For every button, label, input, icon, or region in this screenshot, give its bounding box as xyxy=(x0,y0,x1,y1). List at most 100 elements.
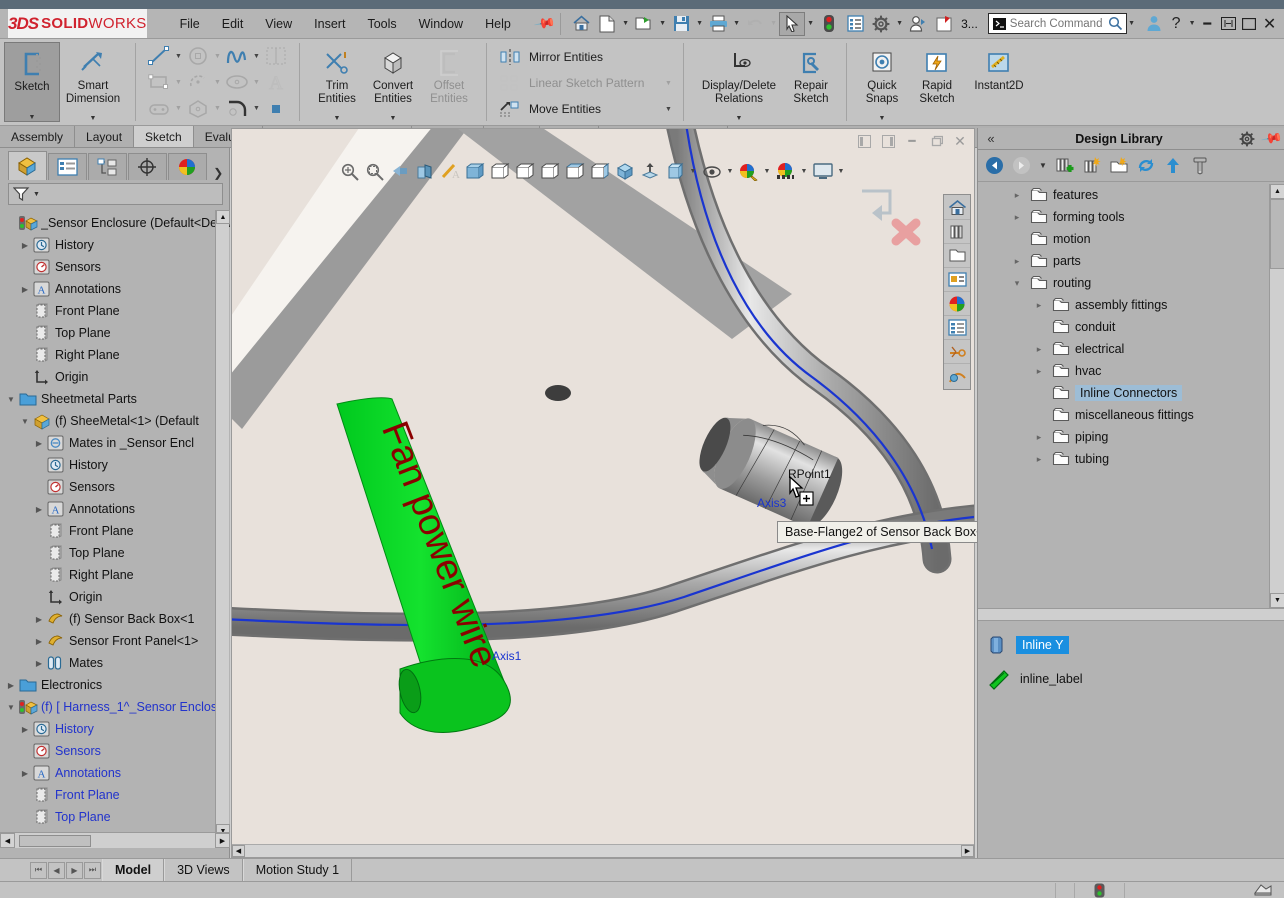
feature-tree-item[interactable]: Sensors xyxy=(0,740,230,762)
feature-tree-item[interactable]: Top Plane xyxy=(0,322,230,344)
chevron-right-icon[interactable]: ▸ xyxy=(1028,454,1050,465)
home-icon[interactable] xyxy=(568,12,594,36)
menu-file[interactable]: File xyxy=(169,14,211,34)
feature-tree-scroll-right-button[interactable]: ▶ xyxy=(215,833,230,848)
view-front-icon[interactable] xyxy=(462,158,487,184)
print-caret-icon[interactable]: ▼ xyxy=(731,12,742,36)
print-icon[interactable] xyxy=(705,12,731,36)
viewport-scroll-left-button[interactable]: ◀ xyxy=(232,845,245,857)
design-library-tree-item[interactable]: ▸ hvac xyxy=(978,360,1270,382)
open-document-caret-icon[interactable]: ▼ xyxy=(657,12,668,36)
feature-tree-item[interactable]: ▼ (f) [ Harness_1^_Sensor Enclos xyxy=(0,696,230,718)
rectangle-caret-icon[interactable]: ▼ xyxy=(173,79,184,86)
feature-tree-item[interactable]: ▶ Mates xyxy=(0,652,230,674)
tab-layout[interactable]: Layout xyxy=(75,126,135,147)
up-one-level-icon[interactable] xyxy=(1160,153,1185,179)
view-top-icon[interactable] xyxy=(562,158,587,184)
feature-tree-item[interactable]: Front Plane xyxy=(0,784,230,806)
menu-edit[interactable]: Edit xyxy=(211,14,255,34)
design-library-item[interactable]: Inline Y xyxy=(978,628,1284,662)
settings-caret-icon[interactable]: ▼ xyxy=(894,12,905,36)
menu-window[interactable]: Window xyxy=(408,14,474,34)
section-view-icon[interactable] xyxy=(412,158,437,184)
close-button[interactable]: ✕ xyxy=(1259,12,1280,36)
view-orientation-icon[interactable]: A xyxy=(437,158,462,184)
save-caret-icon[interactable]: ▼ xyxy=(694,12,705,36)
design-library-tree-item[interactable]: ▸ piping xyxy=(978,426,1270,448)
circle-caret-icon[interactable]: ▼ xyxy=(212,53,223,60)
minimize-button[interactable]: ━ xyxy=(1197,12,1218,36)
polygon-caret-icon[interactable]: ▼ xyxy=(212,105,223,112)
settings-gear-icon[interactable] xyxy=(868,12,894,36)
toolbox-icon[interactable] xyxy=(1187,153,1212,179)
add-to-library-icon[interactable] xyxy=(1052,153,1077,179)
slot-straight-icon[interactable] xyxy=(145,96,173,121)
feature-tree-item[interactable]: ▶ A Annotations xyxy=(0,498,230,520)
document-restore-button[interactable] xyxy=(924,131,948,151)
new-folder-icon[interactable] xyxy=(1106,153,1131,179)
ellipse-caret-icon[interactable]: ▼ xyxy=(251,79,262,86)
chevron-right-icon[interactable]: ▶ xyxy=(32,439,46,448)
linear-sketch-pattern-button[interactable]: Linear Sketch Pattern ▼ xyxy=(496,70,674,96)
configuration-manager-tab[interactable] xyxy=(87,153,127,180)
open-document-icon[interactable] xyxy=(631,12,657,36)
slot-straight-caret-icon[interactable]: ▼ xyxy=(173,105,184,112)
menu-insert[interactable]: Insert xyxy=(303,14,356,34)
feature-tree-item[interactable]: ▼ (f) SheeMetal<1> (Default xyxy=(0,410,230,432)
zoom-to-fit-icon[interactable] xyxy=(337,158,362,184)
design-library-tree-item[interactable]: ▸ electrical xyxy=(978,338,1270,360)
help-caret-icon[interactable]: ▼ xyxy=(1187,12,1197,36)
chevron-down-icon[interactable]: ▼ xyxy=(4,703,18,712)
view-isometric-icon[interactable] xyxy=(612,158,637,184)
design-library-tree-item[interactable]: ▸ features xyxy=(978,184,1270,206)
sketch-button[interactable]: Sketch ▼ xyxy=(4,42,60,122)
new-library-icon[interactable] xyxy=(1079,153,1104,179)
document-tile-left-button[interactable] xyxy=(852,131,876,151)
document-tile-right-button[interactable] xyxy=(876,131,900,151)
chevron-down-icon[interactable]: ▾ xyxy=(1006,278,1028,289)
tab-sketch[interactable]: Sketch xyxy=(134,126,194,147)
feature-tree-item[interactable]: ▶ History xyxy=(0,718,230,740)
search-caret-icon[interactable]: ▼ xyxy=(1127,12,1137,36)
zoom-to-area-icon[interactable] xyxy=(362,158,387,184)
chevron-right-icon[interactable]: ▶ xyxy=(18,285,32,294)
chevron-right-icon[interactable]: ▶ xyxy=(18,769,32,778)
feature-tree-horizontal-scrollbar[interactable]: ◀ ▶ xyxy=(0,832,230,848)
design-library-vscroll-thumb[interactable] xyxy=(1270,199,1284,269)
smart-dimension-dropdown-caret-icon[interactable]: ▼ xyxy=(60,115,126,122)
chevron-right-icon[interactable]: ▶ xyxy=(18,725,32,734)
feature-tree-filter[interactable]: ▼ xyxy=(8,183,223,205)
collapse-left-icon[interactable]: « xyxy=(978,131,1004,146)
chevron-right-icon[interactable]: ▶ xyxy=(32,659,46,668)
feature-tree-item[interactable]: Right Plane xyxy=(0,564,230,586)
convert-entities-dropdown-caret-icon[interactable]: ▼ xyxy=(365,115,421,122)
sketch-dropdown-caret-icon[interactable]: ▼ xyxy=(5,114,59,121)
text-icon[interactable]: A xyxy=(262,70,290,95)
select-cursor-icon[interactable] xyxy=(779,11,806,36)
feature-tree-item[interactable]: Top Plane xyxy=(0,806,230,828)
smart-dimension-button[interactable]: Smart Dimension ▼ xyxy=(60,42,126,122)
move-entities-button[interactable]: Move Entities ▼ xyxy=(496,96,674,122)
filter-caret-icon[interactable]: ▼ xyxy=(33,191,40,198)
sketch-pattern-icon[interactable] xyxy=(262,44,290,69)
feature-tree-item[interactable]: ▶ A Annotations xyxy=(0,278,230,300)
fillet-caret-icon[interactable]: ▼ xyxy=(251,105,262,112)
convert-entities-button[interactable]: Convert Entities ▼ xyxy=(365,42,421,122)
rebuild-status-icon[interactable] xyxy=(1094,883,1105,898)
gear-icon[interactable] xyxy=(1234,131,1260,147)
feature-tree-item[interactable]: Sensors xyxy=(0,476,230,498)
feature-tree-item[interactable]: Front Plane xyxy=(0,300,230,322)
save-icon[interactable] xyxy=(668,12,694,36)
select-caret-icon[interactable]: ▼ xyxy=(805,12,816,36)
design-library-tree-item[interactable]: miscellaneous fittings xyxy=(978,404,1270,426)
feature-tree-item[interactable]: ▼ Sheetmetal Parts xyxy=(0,388,230,410)
feature-tree-item[interactable]: Right Plane xyxy=(0,344,230,366)
viewport-scroll-right-button[interactable]: ▶ xyxy=(961,845,974,857)
line-icon[interactable] xyxy=(145,44,173,69)
apply-scene-icon[interactable] xyxy=(773,158,798,184)
display-delete-relations-dropdown-caret-icon[interactable]: ▼ xyxy=(693,115,785,122)
library-icon[interactable] xyxy=(944,220,970,244)
menu-help[interactable]: Help xyxy=(474,14,522,34)
line-caret-icon[interactable]: ▼ xyxy=(173,53,184,60)
design-library-scroll-down-button[interactable]: ▼ xyxy=(1270,593,1284,608)
